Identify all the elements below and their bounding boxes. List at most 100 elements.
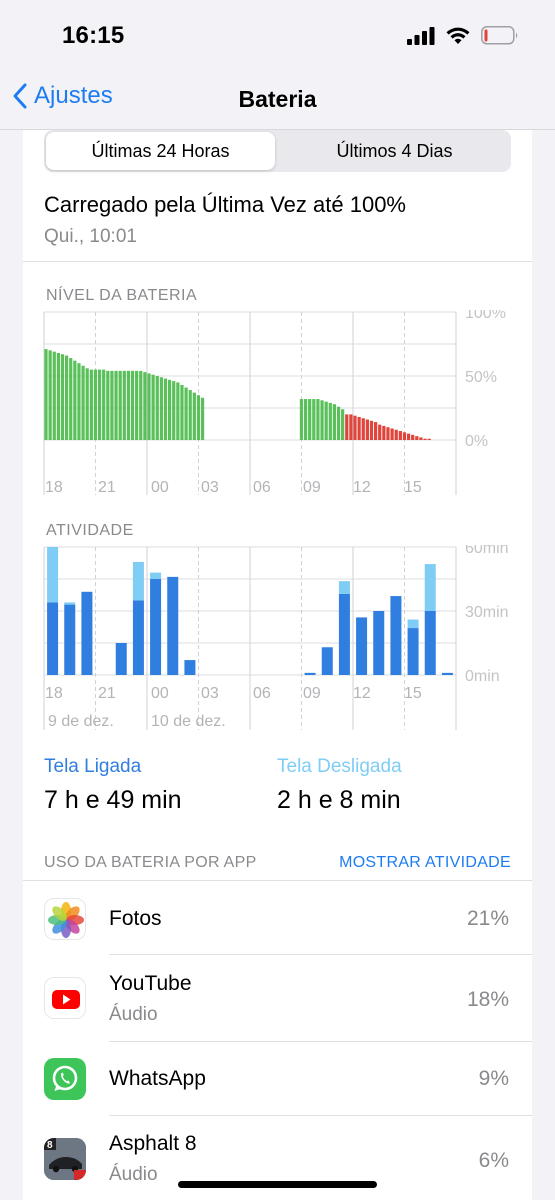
whatsapp-icon [44, 1058, 86, 1100]
status-bar: 16:15 [0, 0, 555, 74]
last-charged-title: Carregado pela Última Vez até 100% [44, 192, 406, 217]
y-tick-label: 60min [465, 545, 509, 557]
activity-bar-screen-on [184, 660, 196, 675]
segment-last-24-hours[interactable]: Últimas 24 Horas [46, 132, 275, 170]
wifi-icon [446, 27, 470, 44]
battery-icon [481, 26, 518, 45]
activity-bar-screen-on [338, 593, 350, 675]
battery-bar [48, 350, 52, 440]
battery-bar [163, 378, 168, 440]
screen-on-value: 7 h e 49 min [44, 786, 182, 814]
app-percent: 9% [478, 1067, 509, 1090]
battery-bar [192, 392, 196, 440]
app-row-whatsapp[interactable]: WhatsApp 9% [23, 1042, 532, 1116]
x-tick-label: 15 [404, 479, 422, 496]
x-tick-label: 00 [151, 479, 169, 496]
battery-bar [312, 399, 316, 440]
battery-bar [336, 406, 341, 440]
battery-bar [172, 381, 176, 440]
activity-bar-screen-on [321, 647, 333, 675]
app-name: WhatsApp [109, 1067, 206, 1090]
activity-bar-screen-on [115, 643, 127, 675]
date-label: 10 de dez. [151, 713, 226, 730]
x-tick-label: 06 [253, 479, 271, 496]
battery-bar [110, 370, 114, 440]
battery-bar [81, 365, 85, 440]
battery-bar [200, 397, 205, 440]
battery-bar [357, 416, 361, 440]
activity-bar-screen-off [424, 564, 436, 611]
battery-bar [184, 387, 188, 440]
x-tick-label: 12 [353, 479, 371, 496]
battery-bar [415, 436, 419, 440]
battery-bar [168, 379, 172, 440]
battery-bar [349, 414, 353, 440]
battery-bar [77, 363, 81, 440]
activity-bar-screen-on [81, 591, 93, 675]
battery-level-label: NÍVEL DA BATERIA [46, 287, 198, 304]
battery-bar [118, 370, 122, 440]
battery-bar [180, 384, 184, 440]
battery-bar [44, 349, 48, 440]
battery-bar [382, 425, 386, 440]
divider [23, 261, 532, 262]
activity-bar-screen-off [407, 619, 419, 629]
activity-bar-screen-on [441, 672, 453, 675]
date-label: 9 de dez. [48, 713, 114, 730]
screen-off-value: 2 h e 8 min [277, 786, 401, 814]
app-subtitle: Áudio [109, 1004, 158, 1025]
battery-bar [176, 382, 180, 440]
activity-bar-screen-on [64, 604, 76, 675]
home-indicator [178, 1181, 377, 1188]
activity-bar-screen-off [338, 581, 350, 594]
battery-bar [139, 370, 143, 440]
page-title: Bateria [238, 86, 317, 112]
activity-bar-screen-on [167, 576, 179, 675]
battery-bar [394, 429, 398, 440]
app-name: YouTube [109, 972, 192, 995]
battery-bar [299, 399, 304, 440]
battery-bar [423, 438, 427, 440]
battery-bar [89, 369, 93, 440]
battery-bar [56, 352, 60, 440]
y-tick-label: 0min [465, 668, 500, 685]
battery-bar [353, 415, 357, 440]
last-charged-time: Qui., 10:01 [44, 226, 137, 247]
battery-bar [369, 420, 374, 440]
segment-last-4-days[interactable]: Últimos 4 Dias [280, 132, 509, 170]
activity-bar-screen-on [150, 579, 162, 675]
x-tick-label: 03 [201, 479, 219, 496]
battery-bar [122, 370, 126, 440]
activity-bar-screen-on [390, 596, 402, 675]
activity-bar-screen-off [132, 561, 144, 601]
app-subtitle: Áudio [109, 1164, 158, 1185]
activity-bar-screen-on [424, 611, 436, 675]
app-row-fotos[interactable]: Fotos 21% [23, 881, 532, 955]
x-tick-label: 21 [98, 479, 116, 496]
battery-bar [60, 354, 65, 440]
show-activity-button[interactable]: MOSTRAR ATIVIDADE [339, 854, 511, 872]
x-tick-label: 12 [353, 685, 371, 702]
activity-label: ATIVIDADE [46, 522, 134, 539]
battery-bar [155, 376, 159, 440]
app-percent: 6% [478, 1149, 509, 1172]
y-tick-label: 100% [465, 310, 506, 322]
battery-bar [419, 437, 423, 440]
battery-bar [69, 358, 73, 440]
battery-bar [402, 432, 407, 440]
app-row-youtube[interactable]: YouTube Áudio 18% [23, 955, 532, 1042]
battery-bar [93, 369, 98, 440]
app-name: Fotos [109, 907, 162, 930]
x-tick-label: 09 [303, 479, 321, 496]
battery-bar [316, 399, 320, 440]
x-tick-label: 09 [303, 685, 321, 702]
screen-on-label: Tela Ligada [44, 756, 142, 777]
activity-bar-screen-on [373, 611, 385, 675]
y-tick-label: 30min [465, 604, 509, 621]
battery-bar [365, 419, 369, 440]
battery-bar [196, 395, 201, 440]
battery-bar [147, 373, 151, 440]
battery-bar [324, 401, 328, 440]
battery-bar [427, 438, 431, 440]
battery-level-chart: 100% 50% 0% 18 21 00 03 06 09 12 15 [43, 310, 506, 496]
